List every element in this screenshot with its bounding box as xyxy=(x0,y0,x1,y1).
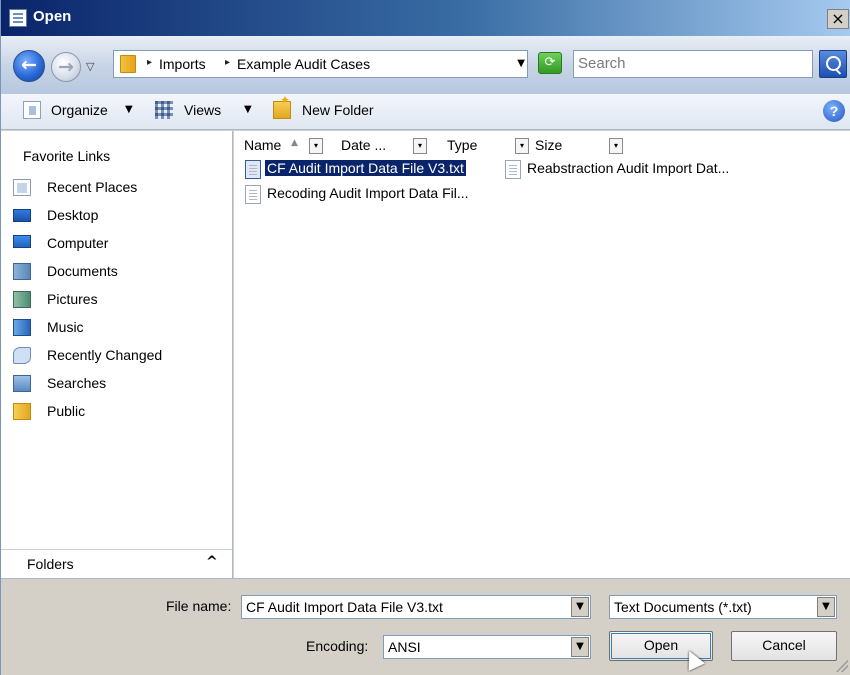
open-dialog: Open × ← → ▽ ▸ Imports ▸ Example Audit C… xyxy=(0,0,850,675)
file-type-value: Text Documents (*.txt) xyxy=(614,599,752,615)
column-header-label: Size xyxy=(535,137,563,153)
nav-item-label: Computer xyxy=(47,235,109,251)
breadcrumb-separator-icon[interactable]: ▸ xyxy=(225,57,230,68)
file-name: Reabstraction Audit Import Dat... xyxy=(527,160,730,176)
nav-item-label: Searches xyxy=(47,375,107,391)
file-name: Recoding Audit Import Data Fil... xyxy=(267,185,469,201)
recently-changed-icon xyxy=(13,347,31,364)
searches-icon xyxy=(13,375,31,392)
address-dropdown-icon[interactable]: ▼ xyxy=(517,58,525,69)
text-file-icon xyxy=(245,160,261,179)
new-folder-button[interactable]: New Folder xyxy=(302,102,374,118)
nav-item-recently-changed[interactable]: Recently Changed xyxy=(11,344,226,368)
new-folder-icon xyxy=(273,93,291,119)
text-file-icon xyxy=(245,185,261,204)
favorite-links-heading: Favorite Links xyxy=(23,148,111,164)
encoding-label: Encoding: xyxy=(306,638,369,654)
nav-item-pictures[interactable]: Pictures xyxy=(11,288,226,312)
bottom-panel: File name: CF Audit Import Data File V3.… xyxy=(1,578,850,675)
file-type-select[interactable]: Text Documents (*.txt) ▼ xyxy=(609,595,837,619)
encoding-value: ANSI xyxy=(388,639,421,655)
nav-item-label: Public xyxy=(47,403,86,419)
documents-icon xyxy=(13,263,31,280)
back-arrow-icon: ← xyxy=(21,54,37,76)
file-name-combobox[interactable]: CF Audit Import Data File V3.txt ▼ xyxy=(241,595,591,619)
column-filter-dropdown[interactable]: ▾ xyxy=(309,138,323,154)
refresh-button[interactable]: ⟳ xyxy=(538,52,562,74)
nav-item-label: Music xyxy=(47,319,84,335)
public-folder-icon xyxy=(13,403,31,420)
sort-ascending-icon: ▲ xyxy=(291,138,298,148)
breadcrumb-imports[interactable]: Imports xyxy=(159,56,206,72)
help-icon[interactable]: ? xyxy=(823,100,845,122)
folder-icon xyxy=(120,55,136,73)
navigation-pane: Favorite Links Recent Places Desktop Com… xyxy=(1,131,233,578)
pictures-icon xyxy=(13,291,31,308)
chevron-up-icon: ^ xyxy=(206,554,218,570)
address-bar[interactable]: ▸ Imports ▸ Example Audit Cases ▼ xyxy=(113,50,528,78)
column-header-row: Name ▲ ▾ Date ... ▾ Type ▾ Size ▾ xyxy=(241,136,850,156)
nav-item-label: Pictures xyxy=(47,291,98,307)
nav-item-documents[interactable]: Documents xyxy=(11,260,226,284)
column-filter-dropdown[interactable]: ▾ xyxy=(413,138,427,154)
column-header-label: Date ... xyxy=(341,137,387,153)
organize-button[interactable]: Organize xyxy=(51,102,108,118)
organize-icon xyxy=(23,101,41,119)
command-toolbar: Organize ▼ Views ▼ New Folder ? xyxy=(1,93,850,130)
address-row: ← → ▽ ▸ Imports ▸ Example Audit Cases ▼ … xyxy=(1,36,850,94)
column-filter-dropdown[interactable]: ▾ xyxy=(609,138,623,154)
nav-item-recent-places[interactable]: Recent Places xyxy=(11,176,226,200)
folders-label: Folders xyxy=(27,556,74,572)
nav-item-label: Desktop xyxy=(47,207,99,223)
nav-item-label: Recent Places xyxy=(47,179,138,195)
chevron-down-icon[interactable]: ▼ xyxy=(571,597,589,617)
chevron-down-icon[interactable]: ▼ xyxy=(571,637,589,657)
column-header-date[interactable]: Date ... ▾ xyxy=(329,136,437,156)
breadcrumb-example-audit-cases[interactable]: Example Audit Cases xyxy=(237,56,370,72)
column-header-name[interactable]: Name ▲ ▾ xyxy=(241,136,331,156)
nav-item-desktop[interactable]: Desktop xyxy=(11,204,226,228)
organize-dropdown-icon[interactable]: ▼ xyxy=(125,104,133,115)
nav-item-searches[interactable]: Searches xyxy=(11,372,226,396)
nav-item-label: Documents xyxy=(47,263,118,279)
forward-button[interactable]: → xyxy=(51,52,81,82)
search-icon[interactable] xyxy=(819,50,847,78)
music-icon xyxy=(13,319,31,336)
window-title: Open xyxy=(33,8,72,25)
column-header-type[interactable]: Type ▾ xyxy=(435,136,531,156)
views-dropdown-icon[interactable]: ▼ xyxy=(244,104,252,115)
nav-item-music[interactable]: Music xyxy=(11,316,226,340)
chevron-down-icon[interactable]: ▼ xyxy=(817,597,835,617)
file-name-label: File name: xyxy=(166,598,232,614)
nav-item-public[interactable]: Public xyxy=(11,400,226,424)
desktop-icon xyxy=(13,209,31,222)
encoding-select[interactable]: ANSI ▼ xyxy=(383,635,591,659)
file-list[interactable]: Name ▲ ▾ Date ... ▾ Type ▾ Size ▾ CF Aud… xyxy=(234,131,850,578)
column-header-size[interactable]: Size ▾ xyxy=(529,136,639,156)
column-filter-dropdown[interactable]: ▾ xyxy=(515,138,529,154)
column-header-label: Type xyxy=(447,137,478,153)
window-document-icon xyxy=(9,9,27,27)
title-bar[interactable]: Open × xyxy=(1,0,850,36)
close-button[interactable]: × xyxy=(827,9,849,29)
computer-icon xyxy=(13,235,31,248)
cancel-button[interactable]: Cancel xyxy=(731,631,837,661)
file-name: CF Audit Import Data File V3.txt xyxy=(265,160,466,176)
file-name-value: CF Audit Import Data File V3.txt xyxy=(246,599,443,615)
column-header-label: Name xyxy=(244,137,282,153)
resize-grip-icon[interactable] xyxy=(836,660,848,672)
text-file-icon xyxy=(505,160,521,179)
forward-arrow-icon: → xyxy=(58,56,74,78)
nav-item-computer[interactable]: Computer xyxy=(11,232,226,256)
nav-item-label: Recently Changed xyxy=(47,347,163,363)
breadcrumb-separator-icon[interactable]: ▸ xyxy=(147,57,152,68)
search-input[interactable]: Search xyxy=(573,50,813,78)
back-button[interactable]: ← xyxy=(13,50,45,82)
views-icon xyxy=(155,101,173,119)
recent-pages-icon[interactable]: ▽ xyxy=(86,60,94,73)
folders-toggle[interactable]: Folders ^ xyxy=(1,549,232,578)
views-button[interactable]: Views xyxy=(184,102,221,118)
recent-places-icon xyxy=(13,179,31,196)
